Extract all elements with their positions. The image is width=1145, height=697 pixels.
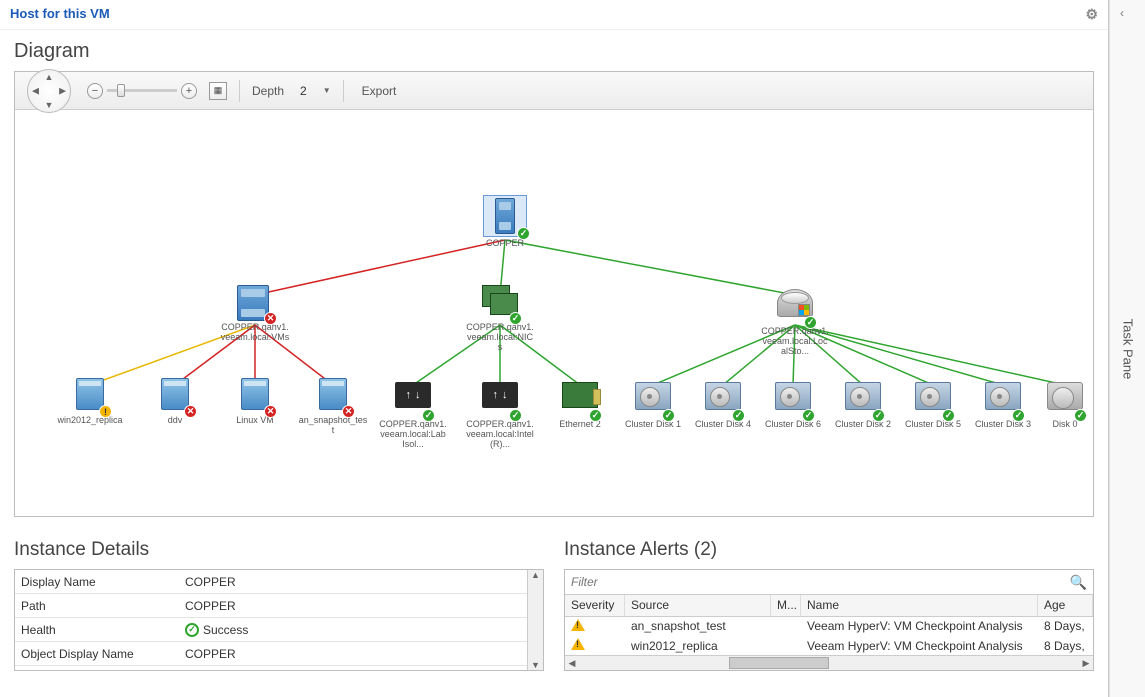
node-disk-cluster1[interactable]: ✓ Cluster Disk 1 [618,378,688,430]
zoom-out-button[interactable]: − [87,83,103,99]
node-label: an_snapshot_test [298,416,368,436]
alert-row[interactable]: win2012_replica Veeam HyperV: VM Checkpo… [565,636,1093,655]
zoom-fit-button[interactable]: ▦ [209,82,227,100]
node-nic-ethernet2[interactable]: ✓ Ethernet 2 [545,378,615,430]
node-label: COPPER.qahv1.veeam.local:Intel(R)... [465,420,535,450]
diagram-toolbar: ▲▼◀▶ − + ▦ Depth 2 ▼ Export [15,72,1093,110]
alerts-filter-input[interactable] [571,575,1070,589]
node-label: COPPER [470,239,540,249]
node-vm-win2012-replica[interactable]: ! win2012_replica [55,378,125,426]
node-label: Ethernet 2 [545,420,615,430]
section-heading: Diagram [0,30,1108,71]
node-label: Cluster Disk 1 [618,420,688,430]
gear-icon[interactable]: ⚙ [1085,6,1098,23]
depth-dropdown[interactable]: ▼ [323,86,331,95]
node-label: win2012_replica [55,416,125,426]
node-label: Cluster Disk 6 [758,420,828,430]
depth-label: Depth [252,84,284,98]
alert-row[interactable]: an_snapshot_test Veeam HyperV: VM Checkp… [565,617,1093,636]
search-icon[interactable]: 🔍 [1070,574,1087,591]
col-name[interactable]: Name [801,595,1038,615]
node-label: Cluster Disk 4 [688,420,758,430]
col-source[interactable]: Source [625,595,771,615]
node-label: COPPER.qahv1.veeam.local:NICs [465,323,535,353]
details-row: Path COPPER [15,594,527,618]
col-m[interactable]: M... [771,595,801,615]
zoom-in-button[interactable]: + [181,83,197,99]
node-disk-cluster2[interactable]: ✓ Cluster Disk 2 [828,378,898,430]
node-disk-cluster5[interactable]: ✓ Cluster Disk 5 [898,378,968,430]
details-row: Object Display Name COPPER [15,642,527,666]
chevron-left-icon[interactable]: ‹ [1120,6,1124,20]
node-host-copper[interactable]: ✓ COPPER [470,195,540,249]
node-disk-cluster4[interactable]: ✓ Cluster Disk 4 [688,378,758,430]
alerts-h-scrollbar[interactable]: ◀▶ [565,655,1093,670]
node-storage-group[interactable]: ✓ COPPER.qahv1.veeam.local:LocalSto... [760,285,830,357]
node-vms-group[interactable]: ✕ COPPER.qahv1.veeam.local:VMs [220,285,290,343]
details-row: Health ✓Success [15,618,527,642]
success-icon: ✓ [185,623,199,637]
node-label: Cluster Disk 5 [898,420,968,430]
col-age[interactable]: Age [1038,595,1093,615]
task-pane-label: Task Pane [1120,318,1135,379]
details-row: Display Name COPPER [15,570,527,594]
node-disk-cluster6[interactable]: ✓ Cluster Disk 6 [758,378,828,430]
node-vm-ddv[interactable]: ✕ ddv [140,378,210,426]
zoom-slider[interactable] [107,89,177,92]
node-label: Cluster Disk 3 [968,420,1038,430]
node-label: COPPER.qahv1.veeam.local:LocalSto... [760,327,830,357]
node-disk-0[interactable]: ✓ Disk 0 [1030,378,1093,430]
node-label: Linux VM [220,416,290,426]
node-switch-lab-isol[interactable]: ✓ COPPER.qahv1.veeam.local:Lab Isol... [378,378,448,450]
node-disk-cluster3[interactable]: ✓ Cluster Disk 3 [968,378,1038,430]
task-pane[interactable]: ‹ Task Pane [1109,0,1145,697]
alerts-header-row: Severity Source M... Name Age [565,595,1093,616]
node-nics-group[interactable]: ✓ COPPER.qahv1.veeam.local:NICs [465,285,535,353]
instance-details-heading: Instance Details [14,529,544,569]
node-switch-intel[interactable]: ✓ COPPER.qahv1.veeam.local:Intel(R)... [465,378,535,450]
node-label: COPPER.qahv1.veeam.local:Lab Isol... [378,420,448,450]
col-severity[interactable]: Severity [565,595,625,615]
page-title: Host for this VM [10,6,110,21]
node-label: COPPER.qahv1.veeam.local:VMs [220,323,290,343]
instance-alerts-grid: 🔍 Severity Source M... Name Age an_snaps… [564,569,1094,671]
node-vm-linux[interactable]: ✕ Linux VM [220,378,290,426]
export-button[interactable]: Export [356,82,403,100]
node-label: ddv [140,416,210,426]
depth-value: 2 [296,84,311,98]
warning-icon [571,638,585,650]
instance-details-grid: Display Name COPPER Path COPPER Health ✓… [14,569,544,671]
instance-alerts-heading: Instance Alerts (2) [564,529,1094,569]
details-scrollbar[interactable]: ▲▼ [527,570,543,670]
node-label: Cluster Disk 2 [828,420,898,430]
warning-icon [571,619,585,631]
diagram-container: ▲▼◀▶ − + ▦ Depth 2 ▼ Export [14,71,1094,517]
pan-navpad[interactable]: ▲▼◀▶ [27,69,71,113]
node-label: Disk 0 [1030,420,1093,430]
node-vm-an-snapshot-test[interactable]: ✕ an_snapshot_test [298,378,368,436]
